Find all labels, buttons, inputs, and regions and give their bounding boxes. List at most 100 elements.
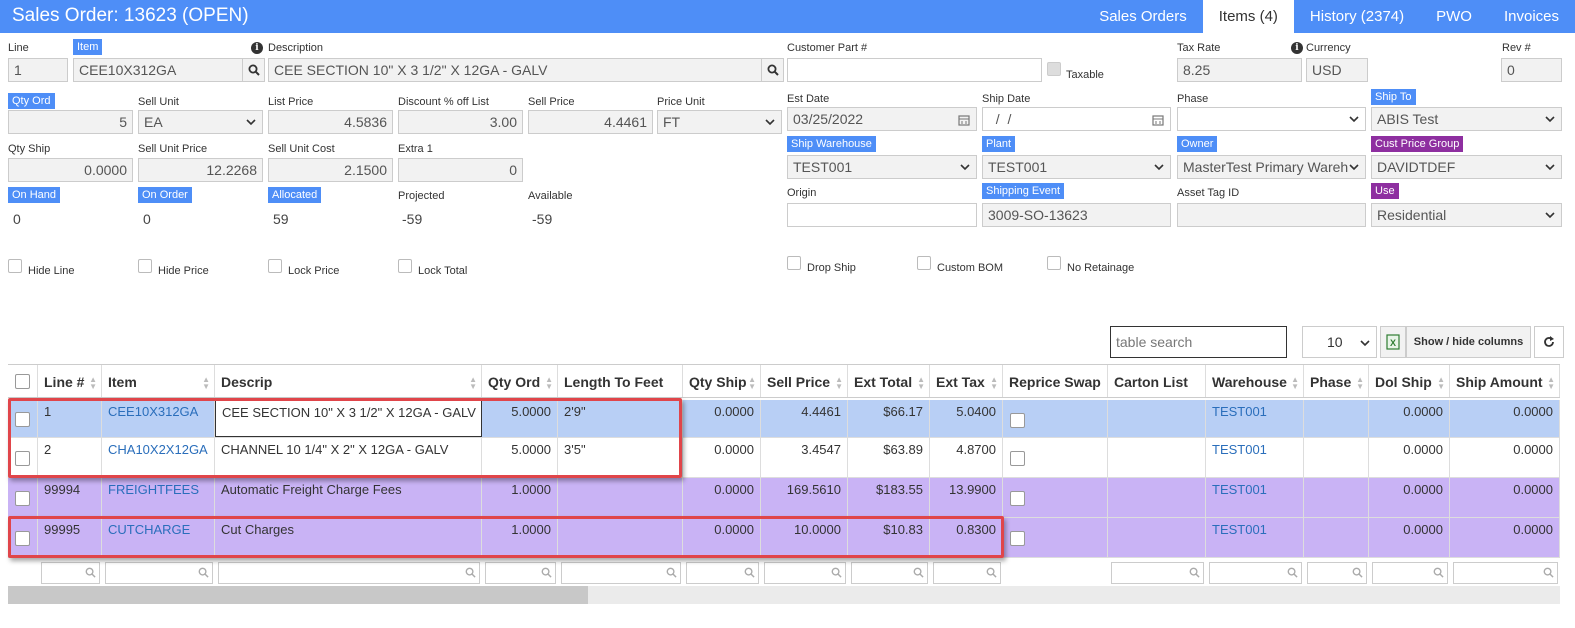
row-checkbox[interactable] — [15, 531, 30, 546]
hide-line-checkbox[interactable] — [8, 259, 22, 273]
price-unit-select[interactable]: FT — [657, 110, 782, 134]
cell-warehouse-link[interactable]: TEST001 — [1206, 518, 1304, 557]
custom-bom-checkbox[interactable] — [917, 256, 931, 270]
cust-price-group-label[interactable]: Cust Price Group — [1371, 136, 1464, 152]
cell-descrip[interactable]: CEE SECTION 10" X 3 1/2" X 12GA - GALV — [215, 400, 482, 437]
select-all-checkbox[interactable] — [15, 374, 30, 389]
filter-input-ext-tax[interactable] — [933, 562, 1001, 584]
filter-input-sell-price[interactable] — [764, 562, 846, 584]
plant-select[interactable]: TEST001 — [982, 155, 1171, 179]
discount-field[interactable]: 3.00 — [398, 110, 523, 134]
col-header-warehouse[interactable]: Warehouse ▲ ▼ — [1206, 365, 1304, 397]
scrollbar-thumb[interactable] — [8, 586, 588, 604]
qty-ord-field[interactable]: 5 — [8, 110, 133, 134]
ship-to-label[interactable]: Ship To — [1371, 89, 1416, 105]
cell-warehouse-link[interactable]: TEST001 — [1206, 438, 1304, 477]
on-hand-label[interactable]: On Hand — [8, 187, 61, 203]
row-checkbox[interactable] — [15, 412, 30, 427]
ship-date-field[interactable]: / / — [982, 107, 1171, 131]
reprice-swap-checkbox[interactable] — [1010, 451, 1025, 466]
col-header-reprice-swap[interactable]: Reprice Swap — [1003, 365, 1108, 397]
page-size-select[interactable]: 10 — [1302, 326, 1377, 358]
col-header-phase[interactable]: Phase ▲ ▼ — [1304, 365, 1369, 397]
filter-input-qty-ord[interactable] — [485, 562, 556, 584]
col-header-carton-list[interactable]: Carton List — [1108, 365, 1206, 397]
ship-warehouse-label[interactable]: Ship Warehouse — [787, 136, 876, 152]
lock-total-checkbox[interactable] — [398, 259, 412, 273]
origin-field[interactable] — [787, 203, 977, 227]
col-header-ship-amount[interactable]: Ship Amount ▲ ▼ — [1450, 365, 1560, 397]
filter-input-qty-ship[interactable] — [686, 562, 759, 584]
no-retainage-checkbox[interactable] — [1047, 256, 1061, 270]
on-order-label[interactable]: On Order — [138, 187, 192, 203]
info-icon[interactable]: i — [251, 42, 263, 54]
reprice-swap-checkbox[interactable] — [1010, 531, 1025, 546]
description-search-icon[interactable] — [762, 58, 784, 82]
tab-invoices[interactable]: Invoices — [1488, 0, 1575, 33]
col-header-line[interactable]: Line # ▲ ▼ — [38, 365, 102, 397]
col-header-length[interactable]: Length To Feet — [558, 365, 683, 397]
description-field[interactable]: CEE SECTION 10" X 3 1/2" X 12GA - GALV — [268, 58, 762, 82]
shipping-event-field[interactable]: 3009-SO-13623 — [982, 203, 1171, 227]
sell-unit-select[interactable]: EA — [138, 110, 263, 134]
table-row[interactable]: 1 CEE10X312GA CEE SECTION 10" X 3 1/2" X… — [8, 400, 1560, 438]
filter-input-length[interactable] — [561, 562, 681, 584]
item-field[interactable]: CEE10X312GA — [73, 58, 243, 82]
filter-input-descrip[interactable] — [218, 562, 480, 584]
cell-warehouse-link[interactable]: TEST001 — [1206, 478, 1304, 517]
reprice-swap-checkbox[interactable] — [1010, 491, 1025, 506]
excel-export-icon[interactable]: X — [1380, 326, 1406, 358]
col-header-ext-tax[interactable]: Ext Tax ▲ ▼ — [930, 365, 1003, 397]
plant-label[interactable]: Plant — [982, 136, 1016, 152]
list-price-field[interactable]: 4.5836 — [268, 110, 393, 134]
extra1-field[interactable]: 0 — [398, 158, 523, 182]
sell-unit-price-field[interactable]: 12.2268 — [138, 158, 263, 182]
tab-pwo[interactable]: PWO — [1420, 0, 1488, 33]
table-row[interactable]: 99994 FREIGHTFEES Automatic Freight Char… — [8, 478, 1560, 518]
sell-price-field[interactable]: 4.4461 — [528, 110, 653, 134]
owner-label[interactable]: Owner — [1177, 136, 1218, 152]
cell-warehouse-link[interactable]: TEST001 — [1206, 400, 1304, 437]
cell-item-link[interactable]: FREIGHTFEES — [102, 478, 215, 517]
item-search-icon[interactable] — [243, 58, 265, 82]
ship-to-select[interactable]: ABIS Test — [1371, 107, 1562, 131]
tab-sales-orders[interactable]: Sales Orders — [1083, 0, 1203, 33]
filter-input-phase[interactable] — [1307, 562, 1367, 584]
table-row[interactable]: 99995 CUTCHARGE Cut Charges 1.0000 0.000… — [8, 518, 1560, 558]
horizontal-scrollbar[interactable] — [8, 586, 1560, 604]
owner-select[interactable]: MasterTest Primary Wareh — [1177, 155, 1366, 179]
drop-ship-checkbox[interactable] — [787, 256, 801, 270]
col-header-qty-ord[interactable]: Qty Ord ▲ ▼ — [482, 365, 558, 397]
tab-history[interactable]: History (2374) — [1294, 0, 1420, 33]
currency-info-icon[interactable]: i — [1291, 42, 1303, 54]
cell-item-link[interactable]: CUTCHARGE — [102, 518, 215, 557]
shipping-event-label[interactable]: Shipping Event — [982, 183, 1064, 199]
filter-input-line[interactable] — [41, 562, 100, 584]
col-header-dol-ship[interactable]: Dol Ship ▲ ▼ — [1369, 365, 1450, 397]
use-select[interactable]: Residential — [1371, 203, 1562, 227]
col-header-item[interactable]: Item ▲ ▼ — [102, 365, 215, 397]
currency-field[interactable]: USD — [1306, 58, 1368, 82]
table-search-input[interactable]: table search — [1110, 326, 1287, 358]
row-checkbox[interactable] — [15, 451, 30, 466]
cell-item-link[interactable]: CHA10X2X12GA — [102, 438, 215, 477]
filter-input-carton-list[interactable] — [1111, 562, 1204, 584]
hide-price-checkbox[interactable] — [138, 259, 152, 273]
col-header-descrip[interactable]: Descrip ▲ ▼ — [215, 365, 482, 397]
reprice-swap-checkbox[interactable] — [1010, 413, 1025, 428]
refresh-icon[interactable] — [1534, 326, 1564, 358]
filter-input-dol-ship[interactable] — [1372, 562, 1448, 584]
line-field[interactable]: 1 — [8, 58, 68, 82]
customer-part-field[interactable] — [787, 58, 1042, 82]
filter-input-item[interactable] — [105, 562, 213, 584]
col-header-sell-price[interactable]: Sell Price ▲ ▼ — [761, 365, 848, 397]
table-row[interactable]: 2 CHA10X2X12GA CHANNEL 10 1/4" X 2" X 12… — [8, 438, 1560, 478]
col-header-ext-total[interactable]: Ext Total ▲ ▼ — [848, 365, 930, 397]
phase-select[interactable] — [1177, 107, 1366, 131]
cell-item-link[interactable]: CEE10X312GA — [102, 400, 215, 437]
filter-input-ship-amount[interactable] — [1453, 562, 1558, 584]
rev-field[interactable]: 0 — [1501, 58, 1562, 82]
col-header-qty-ship[interactable]: Qty Ship ▲ ▼ — [683, 365, 761, 397]
sell-unit-cost-field[interactable]: 2.1500 — [268, 158, 393, 182]
qty-ship-field[interactable]: 0.0000 — [8, 158, 133, 182]
